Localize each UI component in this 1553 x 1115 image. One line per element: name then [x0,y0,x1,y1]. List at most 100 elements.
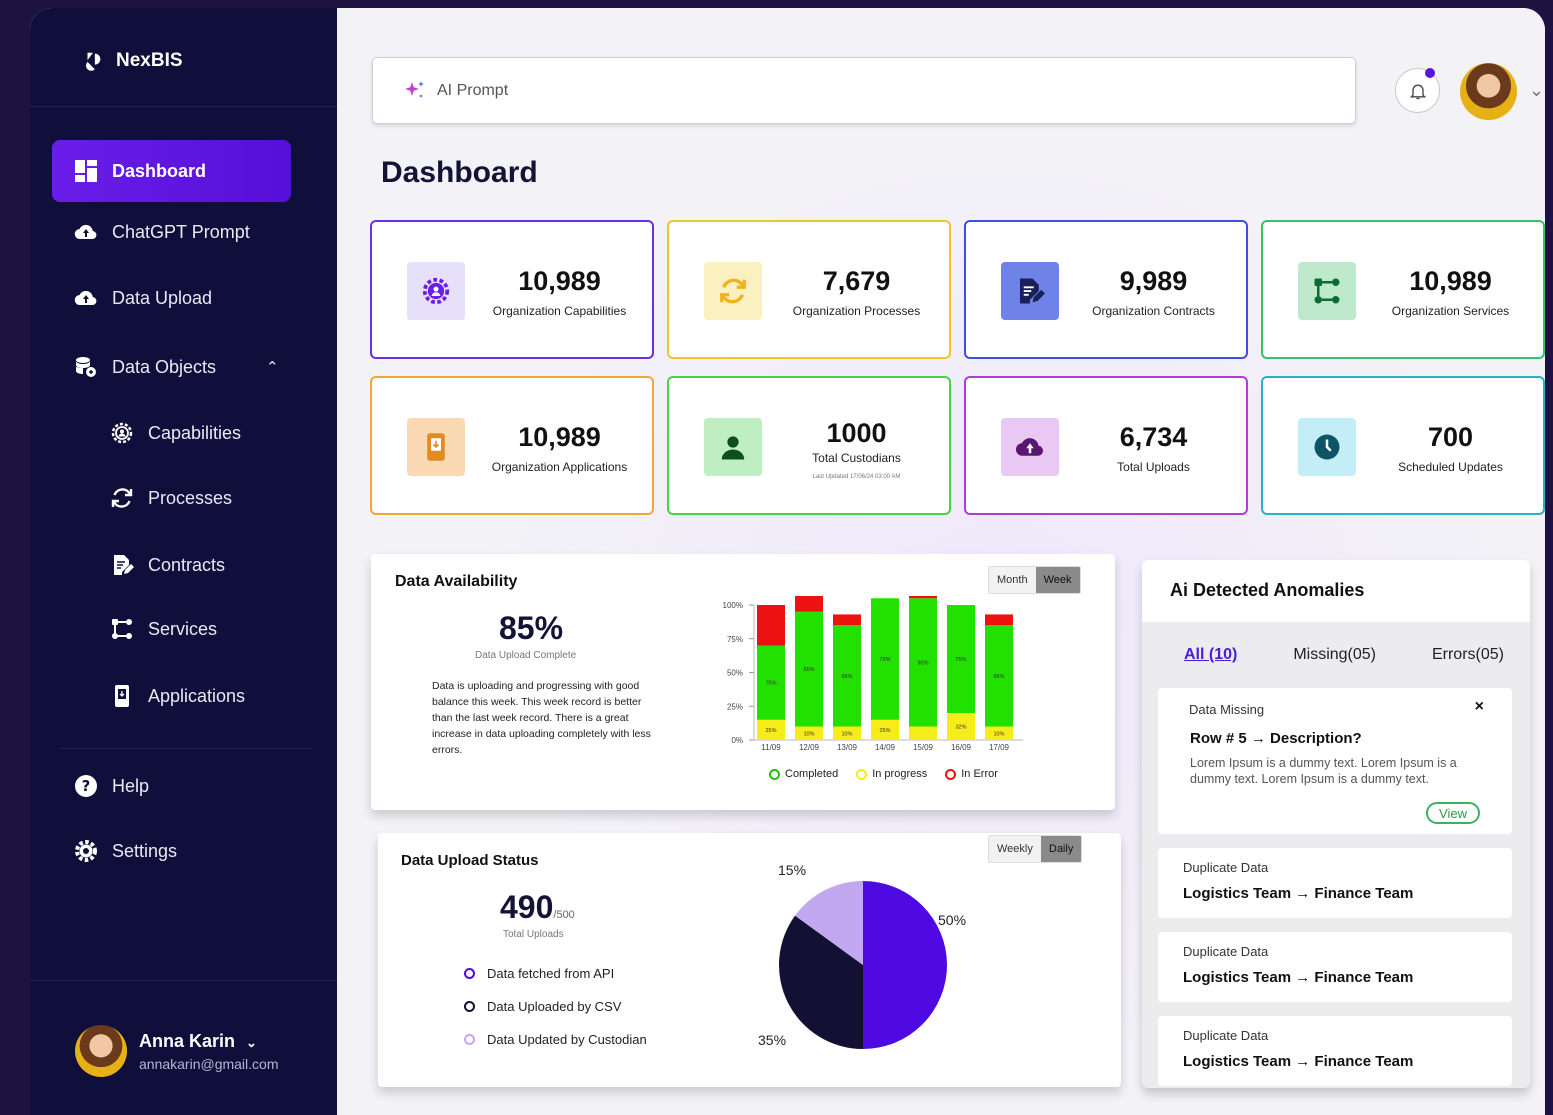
bar-data-label: 65% [803,667,814,673]
sidebar-item-dashboard[interactable]: Dashboard [52,140,291,202]
stat-value: 700 [1427,422,1474,452]
stat-icon-box [407,418,465,476]
nexbis-logo-icon [85,52,101,71]
stat-card[interactable]: 1000 Total Custodians Last Updated 17/06… [667,376,951,515]
sidebar-divider [30,106,337,107]
legend-in-progress: In progress [856,768,927,780]
stat-card[interactable]: 10,989 Organization Services [1261,220,1545,359]
user-profile[interactable]: Anna Karin ⌄ annakarin@gmail.com [75,1025,279,1077]
user-avatar[interactable] [1460,63,1517,120]
stat-sub: Last Updated 17/06/24 03:00 AM [812,474,901,480]
stat-icon-box [704,262,762,320]
view-button[interactable]: View [1426,802,1480,824]
sidebar-item-applications[interactable]: Applications [52,665,291,727]
legend-csv: Data Uploaded by CSV [464,990,647,1023]
upload-count: 490/500 [500,889,575,926]
anomaly-tabs: All (10) Missing(05) Errors(05) [1184,646,1504,664]
nodes-icon [1314,278,1340,304]
clock-icon [1314,434,1340,460]
stat-card[interactable]: 9,989 Organization Contracts [964,220,1248,359]
anomaly-card-featured[interactable]: Data Missing × Row # 5 → Description? Lo… [1158,688,1512,834]
cloud-upload-icon [74,290,97,306]
sidebar-item-data-upload[interactable]: Data Upload [52,267,291,329]
tab-errors[interactable]: Errors(05) [1432,646,1504,664]
stat-icon-box [1001,262,1059,320]
stat-card[interactable]: 10,989 Organization Applications [370,376,654,515]
chart-legend: Completed In progress In Error [769,768,998,780]
sidebar-item-contracts[interactable]: Contracts [52,534,291,596]
app-window: NexBIS Dashboard ChatGPT Prompt Data Upl… [30,8,1545,1115]
tab-all[interactable]: All (10) [1184,646,1237,664]
anomaly-type: Duplicate Data [1183,1028,1269,1043]
stat-icon-box [1298,262,1356,320]
sidebar-item-chatgpt-prompt[interactable]: ChatGPT Prompt [52,201,291,263]
panel-title: Ai Detected Anomalies [1170,580,1365,600]
toggle-month[interactable]: Month [989,567,1036,593]
anomaly-heading: Logistics Team → Finance Team [1183,1053,1414,1070]
bar-data-label: 65% [841,674,852,680]
sidebar-item-settings[interactable]: Settings [52,820,291,882]
ai-prompt-input[interactable]: AI Prompt [372,57,1356,124]
document-edit-icon [114,555,134,575]
sidebar: NexBIS Dashboard ChatGPT Prompt Data Upl… [30,8,337,1115]
toggle-daily[interactable]: Daily [1040,836,1082,862]
upload-count-label: Total Uploads [503,929,564,940]
bar-data-label: 25% [765,728,776,734]
chevron-down-icon[interactable]: ⌄ [246,1035,257,1050]
anomaly-type: Data Missing [1189,702,1265,717]
avatar [75,1025,127,1077]
stat-card[interactable]: 6,734 Total Uploads [964,376,1248,515]
app-logo[interactable]: NexBIS [82,50,183,72]
legend-completed: Completed [769,768,838,780]
bar-data-label: 10% [993,731,1004,737]
sidebar-item-help[interactable]: ? Help [52,755,291,817]
page-title: Dashboard [381,156,538,189]
anomaly-body: Lorem Ipsum is a dummy text. Lorem Ipsum… [1190,756,1457,786]
anomaly-card[interactable]: Duplicate Data Logistics Team → Finance … [1158,932,1512,1002]
pie-slice [863,881,947,1049]
legend-ring-icon [464,968,475,979]
chevron-up-icon[interactable]: ⌃ [266,358,279,376]
bar-data-label: 10% [803,731,814,737]
pie-chart: 50% 35% 15% [758,862,966,1049]
period-toggle: Month Week [988,566,1081,594]
x-tick-label: 14/09 [875,743,896,752]
anomaly-card[interactable]: Duplicate Data Logistics Team → Finance … [1158,1016,1512,1086]
sidebar-item-capabilities[interactable]: Capabilities [52,402,291,464]
upload-count-value: 490 [500,889,554,925]
pie-slice-label: 35% [758,1032,786,1048]
sidebar-item-processes[interactable]: Processes [52,467,291,529]
toggle-week[interactable]: Week [1035,567,1080,593]
stat-card[interactable]: 10,989 Organization Capabilities [370,220,654,359]
sidebar-item-data-objects[interactable]: Data Objects ⌃ [52,336,291,398]
sidebar-item-label: Contracts [148,554,226,575]
pie-slice-label: 15% [778,862,806,878]
x-tick-label: 11/09 [761,743,781,752]
data-availability-panel: Data Availability Month Week 85% Data Up… [371,554,1115,810]
bar-data-label: 32% [955,725,966,731]
mobile-icon [115,685,129,707]
tab-missing[interactable]: Missing(05) [1293,646,1376,664]
gear-icon [75,840,97,862]
anomaly-card[interactable]: Duplicate Data Logistics Team → Finance … [1158,848,1512,918]
availability-percent: 85% [499,610,564,646]
chevron-down-icon[interactable]: ⌄ [1529,80,1544,101]
stat-card[interactable]: 7,679 Organization Processes [667,220,951,359]
bar-data-label: 75% [765,681,776,687]
app-name: NexBIS [116,50,183,71]
document-edit-icon [1020,278,1045,304]
y-tick-label: 0% [731,736,743,745]
panel-title: Data Upload Status [401,852,539,869]
main-content: AI Prompt ⌄ Dashboard 10,989 Organizatio… [337,8,1545,1115]
period-toggle: Weekly Daily [988,835,1083,863]
stat-label: Scheduled Updates [1398,460,1503,474]
stat-card[interactable]: 700 Scheduled Updates [1261,376,1545,515]
sidebar-divider [60,748,312,749]
stat-value: 10,989 [518,422,601,452]
user-email: annakarin@gmail.com [139,1055,279,1072]
legend-ring-icon [464,1034,475,1045]
close-icon[interactable]: × [1475,698,1484,716]
help-icon: ? [75,775,97,797]
sidebar-item-services[interactable]: Services [52,598,291,660]
sidebar-item-label: Applications [148,685,246,706]
